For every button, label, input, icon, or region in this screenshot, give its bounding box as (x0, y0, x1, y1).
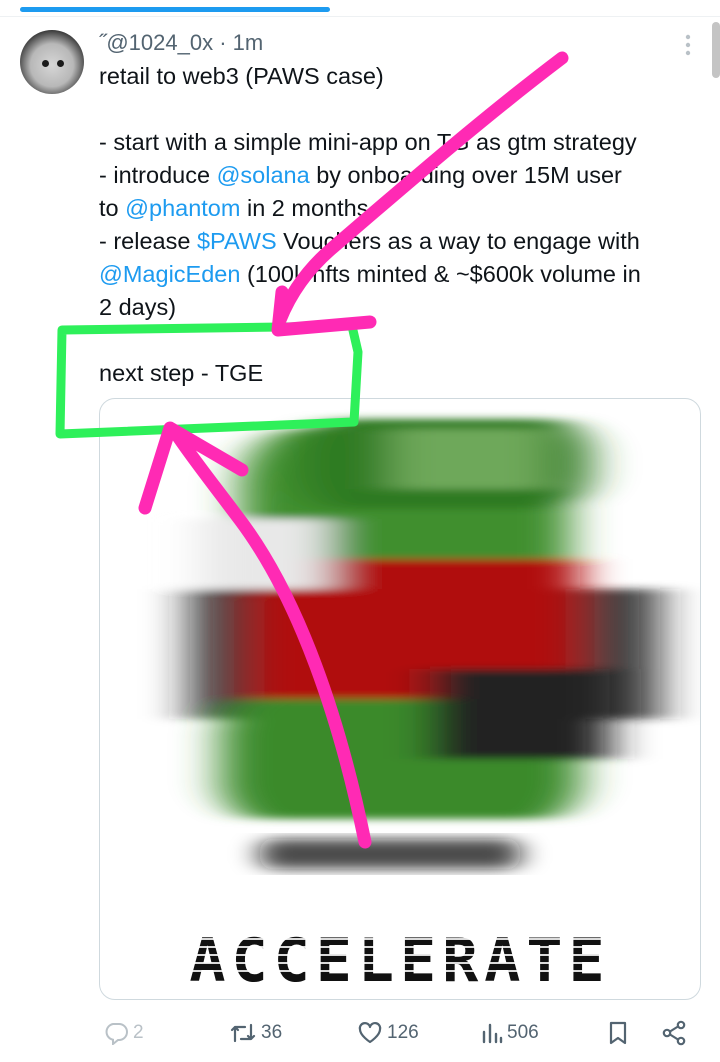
tweet-screen: ˝@1024_0x · 1m retail to web3 (PAWS case… (0, 0, 720, 1062)
tweet-text-segment: next step - TGE (99, 360, 264, 386)
avatar-eye-left (42, 60, 49, 67)
like-icon (358, 1022, 382, 1044)
tweet-line: to @phantom in 2 months (99, 192, 709, 225)
tweet-text: retail to web3 (PAWS case) - start with a… (99, 60, 709, 390)
retweet-icon (230, 1023, 256, 1043)
more-vertical-icon[interactable] (676, 32, 700, 58)
like-button[interactable]: 126 (357, 1016, 419, 1050)
like-count: 126 (387, 1022, 419, 1043)
tweet-text-segment: in 2 months (240, 195, 369, 221)
tweet-text-segment: (100k nfts minted & ~$600k volume in (240, 261, 641, 287)
share-icon (662, 1020, 686, 1046)
tweet-line: @MagicEden (100k nfts minted & ~$600k vo… (99, 258, 709, 291)
reply-icon (105, 1023, 128, 1045)
mention-link[interactable]: $PAWS (197, 228, 277, 254)
tweet-line-gap (99, 324, 709, 357)
tweet-text-segment: to (99, 195, 126, 221)
reply-button[interactable]: 2 (103, 1016, 144, 1050)
accelerate-caption: ACCELERATE (100, 926, 700, 996)
reply-count: 2 (133, 1022, 144, 1043)
tweet-text-segment: - release (99, 228, 197, 254)
views-count: 506 (507, 1022, 539, 1043)
retweet-count: 36 (261, 1022, 283, 1043)
tweet-text-segment: retail to web3 (PAWS case) (99, 63, 384, 89)
avatar-eye-right (57, 60, 64, 67)
author-handle[interactable]: @1024_0x (106, 30, 213, 55)
bookmark-icon (609, 1021, 627, 1045)
bookmark-button[interactable] (607, 1016, 629, 1050)
top-progress-indicator (20, 7, 330, 12)
retweet-button[interactable]: 36 (229, 1016, 282, 1050)
tweet-line-gap (99, 93, 709, 126)
tweet-line: retail to web3 (PAWS case) (99, 60, 709, 93)
tweet-text-segment: by onboarding over 15M user (309, 162, 622, 188)
header-separator: · (219, 30, 227, 55)
tweet-line: 2 days) (99, 291, 709, 324)
views-button[interactable]: 506 (481, 1016, 539, 1050)
tweet-header: ˝@1024_0x · 1m (99, 30, 263, 56)
tweet-text-segment: - start with a simple mini-app on TG as … (99, 129, 637, 155)
media-caption-text: ACCELERATE (189, 926, 610, 996)
tweet-text-segment: - introduce (99, 162, 217, 188)
tweet-line: - start with a simple mini-app on TG as … (99, 126, 709, 159)
scrollbar[interactable] (712, 22, 720, 78)
top-loading-bar (0, 0, 720, 17)
tweet-time[interactable]: 1m (233, 30, 264, 55)
mention-link[interactable]: @MagicEden (99, 261, 240, 287)
share-button[interactable] (661, 1016, 687, 1050)
tweet-media-image[interactable]: ACCELERATE (99, 398, 701, 1000)
mention-link[interactable]: @solana (217, 162, 310, 188)
avatar[interactable] (20, 30, 84, 94)
mention-link[interactable]: @phantom (125, 195, 240, 221)
tweet-line: - introduce @solana by onboarding over 1… (99, 159, 709, 192)
tweet-text-segment: 2 days) (99, 294, 177, 320)
views-icon (482, 1023, 503, 1044)
tweet-text-segment: Vouchers as a way to engage with (276, 228, 640, 254)
tweet-line: next step - TGE (99, 357, 709, 390)
tweet-line: - release $PAWS Vouchers as a way to eng… (99, 225, 709, 258)
tweet-action-bar: 2 36 126 506 (99, 1016, 699, 1050)
